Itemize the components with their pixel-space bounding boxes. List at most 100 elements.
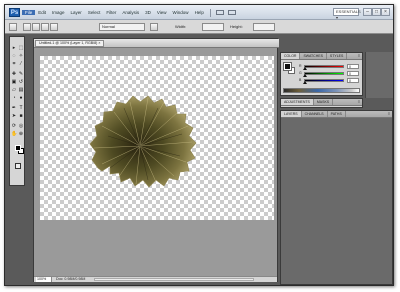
3d-orbit-icon[interactable]: ◎ — [18, 123, 24, 129]
dry-grass-image — [89, 95, 197, 188]
color-ramp[interactable] — [283, 88, 360, 93]
layers-panel-tabs: LAYERS CHANNELS PATHS ≡ — [281, 111, 392, 118]
zoom-tool-icon[interactable]: ⊕ — [18, 131, 24, 137]
menu-edit[interactable]: Edit — [35, 10, 49, 15]
foreground-color-swatch[interactable] — [15, 145, 21, 151]
menu-separator — [209, 8, 211, 17]
marquee-tool-icon[interactable]: ⬚ — [18, 45, 24, 51]
menu-filter[interactable]: Filter — [103, 10, 119, 15]
tab-swatches[interactable]: SWATCHES — [300, 53, 327, 59]
red-slider[interactable]: R 0 — [299, 64, 361, 70]
red-thumb[interactable] — [303, 67, 307, 70]
menu-image[interactable]: Image — [49, 10, 68, 15]
canvas-area[interactable] — [34, 48, 277, 276]
width-label: Width: — [175, 24, 187, 29]
lasso-tool-icon[interactable]: ◌ — [11, 53, 17, 59]
green-track[interactable] — [304, 72, 344, 75]
new-selection-icon[interactable] — [23, 23, 31, 31]
width-input[interactable] — [202, 23, 224, 31]
main-menu: File Edit Image Layer Select Filter Anal… — [22, 5, 238, 20]
healing-brush-icon[interactable]: ✚ — [11, 71, 17, 77]
clone-stamp-icon[interactable]: ▣ — [11, 79, 17, 85]
add-selection-icon[interactable] — [32, 23, 40, 31]
menu-3d[interactable]: 3D — [142, 10, 154, 15]
dodge-tool-icon[interactable]: ● — [18, 95, 24, 101]
red-label: R — [299, 64, 302, 68]
blue-label: B — [299, 78, 302, 82]
height-input[interactable] — [253, 23, 275, 31]
panel-menu-icon[interactable]: ≡ — [386, 111, 392, 117]
tab-masks[interactable]: MASKS — [314, 99, 334, 105]
green-value[interactable]: 0 — [347, 71, 359, 76]
gradient-tool-icon[interactable]: ▤ — [18, 87, 24, 93]
tab-adjustments[interactable]: ADJUSTMENTS — [281, 99, 314, 105]
screen-mode-icon[interactable] — [227, 10, 236, 15]
menu-select[interactable]: Select — [85, 10, 104, 15]
pen-tool-icon[interactable]: ✒ — [11, 105, 17, 111]
red-value[interactable]: 0 — [347, 64, 359, 69]
red-track[interactable] — [304, 65, 344, 68]
zoom-field[interactable]: 100% — [36, 277, 52, 282]
green-thumb[interactable] — [303, 74, 307, 77]
move-tool-icon[interactable]: ▸ — [11, 45, 17, 51]
type-tool-icon[interactable]: T — [18, 105, 24, 111]
color-panel: COLOR SWATCHES STYLES ≡ R 0 G 0 B 0 — [280, 52, 363, 96]
tab-paths[interactable]: PATHS — [328, 111, 346, 117]
minimize-button[interactable]: – — [363, 8, 372, 16]
tab-color[interactable]: COLOR — [281, 53, 301, 59]
swap-dimensions-icon[interactable] — [150, 23, 158, 31]
tools-panel: ▸ ⬚ ◌ ✧ ⌗ ⁄ ✚ ✎ ▣ ↺ ▱ ▤ ◔ ● ✒ T ➤ ■ ⟳ ◎ … — [5, 34, 29, 285]
menu-view[interactable]: View — [154, 10, 170, 15]
document-tab[interactable]: Untitled-1 @ 100% (Layer 1, RGB/8) × — [35, 40, 105, 47]
history-brush-icon[interactable]: ↺ — [18, 79, 24, 85]
document-size-info[interactable]: Doc: 0.98M/0.98M — [56, 277, 85, 282]
close-button[interactable]: × — [381, 8, 390, 16]
style-select[interactable]: Normal — [99, 23, 145, 31]
menu-bar: Ps File Edit Image Layer Select Filter A… — [5, 5, 393, 20]
magic-wand-icon[interactable]: ✧ — [18, 53, 24, 59]
blue-thumb[interactable] — [303, 81, 307, 84]
document-tab-bar: Untitled-1 @ 100% (Layer 1, RGB/8) × — [34, 39, 279, 48]
3d-rotate-icon[interactable]: ⟳ — [11, 123, 17, 129]
workspace-switcher[interactable]: ESSENTIALS ▾ — [333, 8, 361, 20]
shape-tool-icon[interactable]: ■ — [18, 113, 24, 119]
menu-layer[interactable]: Layer — [68, 10, 85, 15]
brush-tool-icon[interactable]: ✎ — [18, 71, 24, 77]
transparent-canvas[interactable] — [40, 56, 274, 220]
bridge-icon[interactable] — [215, 10, 224, 15]
blur-tool-icon[interactable]: ◔ — [11, 95, 17, 101]
menu-analysis[interactable]: Analysis — [119, 10, 142, 15]
horizontal-scrollbar[interactable] — [94, 278, 254, 281]
height-label: Height: — [230, 24, 243, 29]
eraser-tool-icon[interactable]: ▱ — [11, 87, 17, 93]
menu-window[interactable]: Window — [170, 10, 192, 15]
green-slider[interactable]: G 0 — [299, 71, 361, 77]
collapsed-panel-strip — [365, 52, 393, 98]
path-selection-icon[interactable]: ➤ — [11, 113, 17, 119]
subtract-selection-icon[interactable] — [41, 23, 49, 31]
tab-styles[interactable]: STYLES — [327, 53, 348, 59]
panel-menu-icon[interactable]: ≡ — [356, 53, 362, 59]
menu-file[interactable]: File — [22, 10, 36, 15]
quick-mask-button[interactable] — [15, 163, 21, 169]
adjustments-panel: ADJUSTMENTS MASKS ≡ — [280, 98, 363, 108]
tab-layers[interactable]: LAYERS — [281, 111, 302, 117]
green-label: G — [299, 71, 302, 75]
status-bar: 100% Doc: 0.98M/0.98M — [34, 276, 277, 282]
blue-value[interactable]: 0 — [347, 78, 359, 83]
photoshop-window: Ps File Edit Image Layer Select Filter A… — [4, 4, 394, 286]
toolbox: ▸ ⬚ ◌ ✧ ⌗ ⁄ ✚ ✎ ▣ ↺ ▱ ▤ ◔ ● ✒ T ➤ ■ ⟳ ◎ … — [9, 36, 25, 186]
intersect-selection-icon[interactable] — [50, 23, 58, 31]
eyedropper-tool-icon[interactable]: ⁄ — [18, 61, 24, 67]
tab-channels[interactable]: CHANNELS — [302, 111, 328, 117]
blue-slider[interactable]: B 0 — [299, 78, 361, 84]
panel-menu-icon[interactable]: ≡ — [356, 99, 362, 105]
crop-tool-icon[interactable]: ⌗ — [11, 61, 17, 67]
color-panel-tabs: COLOR SWATCHES STYLES ≡ — [281, 53, 362, 60]
tool-preset-icon[interactable] — [9, 23, 17, 31]
foreground-color-swatch[interactable] — [283, 62, 292, 71]
maximize-button[interactable]: □ — [372, 8, 381, 16]
menu-help[interactable]: Help — [192, 10, 207, 15]
blue-track[interactable] — [304, 79, 344, 82]
hand-tool-icon[interactable]: ✋ — [11, 131, 17, 137]
